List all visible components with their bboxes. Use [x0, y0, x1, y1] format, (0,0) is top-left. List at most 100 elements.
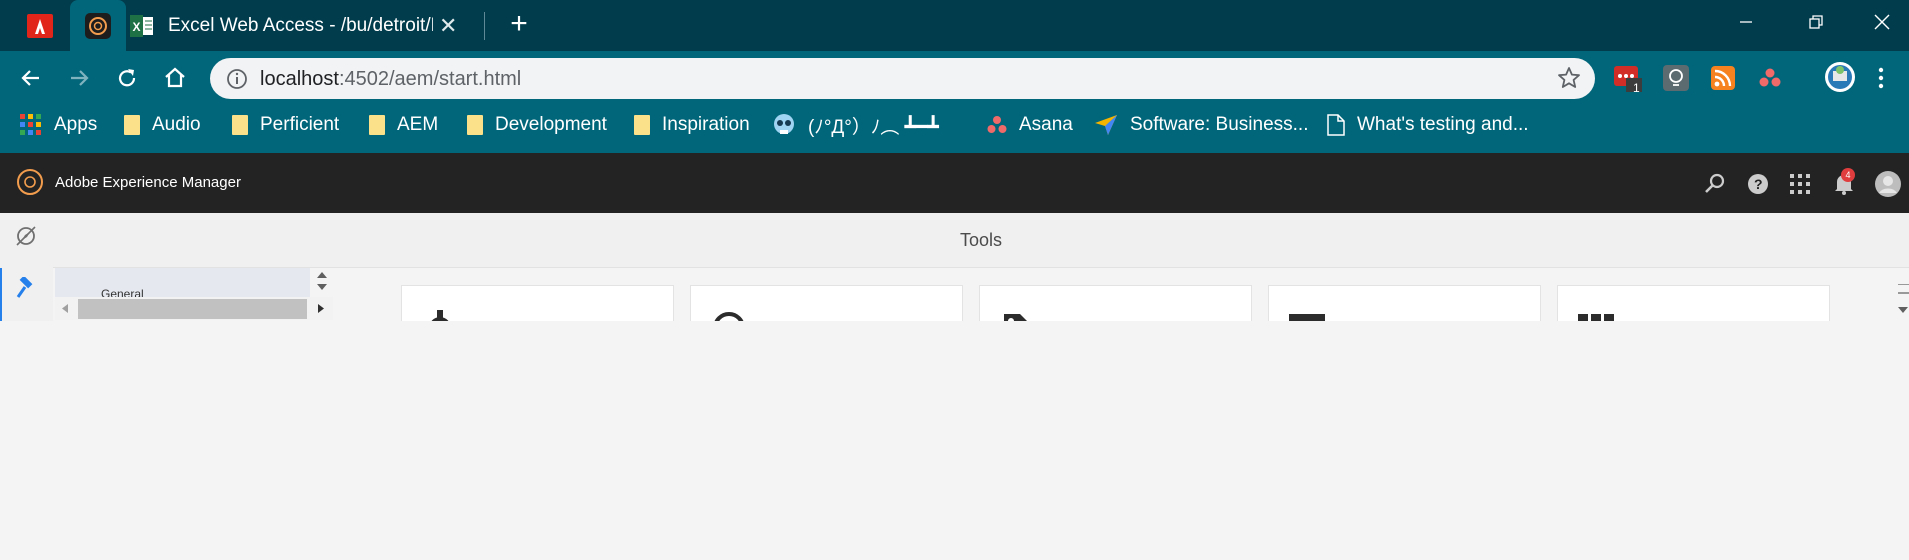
rail-active-indicator — [0, 268, 2, 321]
address-bar[interactable]: localhost:4502/aem/start.html — [210, 58, 1595, 99]
bookmark-label: What's testing and... — [1357, 114, 1529, 135]
bookmark-label: (ﾉ°Д°）ﾉ︵ ┻━┻ — [808, 116, 939, 138]
folder-icon — [634, 115, 650, 135]
tab-adobe[interactable] — [12, 0, 68, 51]
aem-logo-icon[interactable] — [16, 168, 44, 196]
home-button[interactable] — [158, 61, 192, 95]
folder-icon — [124, 115, 140, 135]
horizontal-scrollbar[interactable] — [55, 297, 333, 320]
tool-card-templates[interactable] — [1268, 285, 1541, 325]
more-vertical-icon — [1878, 67, 1884, 89]
help-button[interactable]: ? — [1747, 173, 1769, 195]
tool-card-tagging[interactable] — [979, 285, 1252, 325]
scroll-down-arrow-icon[interactable] — [316, 283, 328, 292]
paper-plane-icon — [1094, 114, 1118, 136]
close-tab-icon[interactable]: ✕ — [439, 13, 457, 39]
bookmarks-bar: Apps Audio Perficient AEM Development In… — [0, 103, 1909, 153]
url-path: :4502/aem/start.html — [338, 68, 522, 90]
bookmark-folder-perficient[interactable]: Perficient — [232, 103, 339, 147]
page-icon — [1327, 114, 1345, 136]
bookmark-folder-audio[interactable]: Audio — [124, 103, 201, 147]
restore-button[interactable] — [1788, 0, 1844, 44]
bookmark-label: Asana — [1019, 114, 1073, 135]
bookmark-label: AEM — [397, 114, 439, 135]
left-rail — [0, 213, 53, 323]
forward-button[interactable] — [62, 61, 96, 95]
reload-icon — [118, 69, 136, 87]
folder-icon — [369, 115, 385, 135]
close-window-button[interactable] — [1854, 0, 1909, 44]
search-button[interactable] — [1704, 173, 1726, 195]
minimize-button[interactable] — [1718, 0, 1774, 44]
tab-excel-web-access[interactable]: X Excel Web Access - /bu/detroit/D ✕ — [130, 0, 480, 51]
tab-title: Excel Web Access - /bu/detroit/D — [168, 14, 433, 36]
bookmark-label: Inspiration — [662, 114, 750, 135]
page-title: Tools — [959, 230, 1003, 250]
browser-toolbar: localhost:4502/aem/start.html 1 — [0, 51, 1909, 103]
bookmark-label: Apps — [54, 114, 98, 135]
chrome-menu-button[interactable] — [1872, 64, 1890, 92]
folder-icon — [467, 115, 483, 135]
tool-card-operations[interactable] — [401, 285, 674, 325]
tab-divider — [484, 12, 485, 40]
adobe-icon — [27, 13, 53, 38]
bookmark-table-flip[interactable]: (ﾉ°Д°）ﾉ︵ ┻━┻ — [772, 103, 939, 147]
bookmark-folder-aem[interactable]: AEM — [369, 103, 438, 147]
bookmark-label: Development — [495, 114, 607, 135]
profile-avatar[interactable] — [1823, 60, 1857, 94]
aem-header: Adobe Experience Manager ? — [0, 153, 1909, 213]
bookmark-asana[interactable]: Asana — [987, 103, 1073, 147]
scrollbar-thumb[interactable] — [78, 299, 307, 319]
scroll-down-arrow-icon[interactable] — [1897, 306, 1909, 315]
home-icon — [165, 67, 185, 88]
bookmark-folder-inspiration[interactable]: Inspiration — [634, 103, 750, 147]
extension-bulb[interactable] — [1662, 64, 1690, 92]
hammer-icon — [16, 277, 33, 298]
grid-icon — [1790, 174, 1810, 194]
solutions-button[interactable] — [1789, 173, 1811, 195]
bookmark-software-business[interactable]: Software: Business... — [1094, 103, 1308, 147]
scroll-up-arrow-icon[interactable] — [316, 270, 328, 279]
asana-icon — [987, 115, 1007, 135]
notification-count-badge: 4 — [1841, 168, 1855, 182]
page-content-area — [0, 321, 1909, 560]
restore-icon — [1809, 15, 1823, 29]
bookmark-folder-development[interactable]: Development — [467, 103, 607, 147]
bookmark-star-icon[interactable] — [1557, 66, 1581, 90]
user-avatar[interactable] — [1874, 170, 1902, 198]
excel-icon: X — [130, 14, 153, 37]
back-button[interactable] — [14, 61, 48, 95]
skull-icon — [772, 113, 796, 137]
tool-card-search[interactable] — [690, 285, 963, 325]
tool-card-apps[interactable] — [1557, 285, 1830, 325]
folder-icon — [232, 115, 248, 135]
close-icon — [1874, 14, 1890, 30]
scroll-grip — [1898, 292, 1909, 294]
help-icon: ? — [1748, 174, 1768, 194]
rail-navigation-button[interactable] — [13, 223, 39, 249]
scroll-grip — [1898, 284, 1909, 285]
extension-rss[interactable] — [1709, 64, 1737, 92]
url-host: localhost — [260, 68, 339, 90]
tab-aem[interactable] — [70, 0, 126, 51]
url-text[interactable]: localhost:4502/aem/start.html — [260, 68, 521, 91]
asana-icon — [1759, 68, 1781, 87]
bookmark-apps[interactable]: Apps — [20, 103, 97, 147]
rail-tools-button[interactable] — [13, 275, 39, 301]
avatar-icon — [1825, 62, 1855, 92]
right-scrollbar[interactable] — [1895, 280, 1909, 322]
rss-icon — [1711, 66, 1735, 90]
app-title[interactable]: Adobe Experience Manager — [55, 174, 241, 191]
compass-off-icon — [16, 226, 36, 246]
reload-button[interactable] — [110, 61, 144, 95]
new-tab-button[interactable]: + — [504, 6, 534, 42]
extension-asana[interactable] — [1756, 64, 1784, 92]
scroll-left-arrow-icon[interactable] — [61, 303, 69, 314]
bookmark-whats-testing[interactable]: What's testing and... — [1327, 103, 1529, 147]
info-icon[interactable] — [226, 68, 248, 90]
apps-grid-icon — [20, 114, 42, 136]
extension-badge: 1 — [1633, 81, 1640, 95]
lightbulb-icon — [1663, 65, 1689, 91]
svg-text:X: X — [133, 20, 141, 34]
scroll-right-arrow-icon[interactable] — [317, 303, 325, 314]
